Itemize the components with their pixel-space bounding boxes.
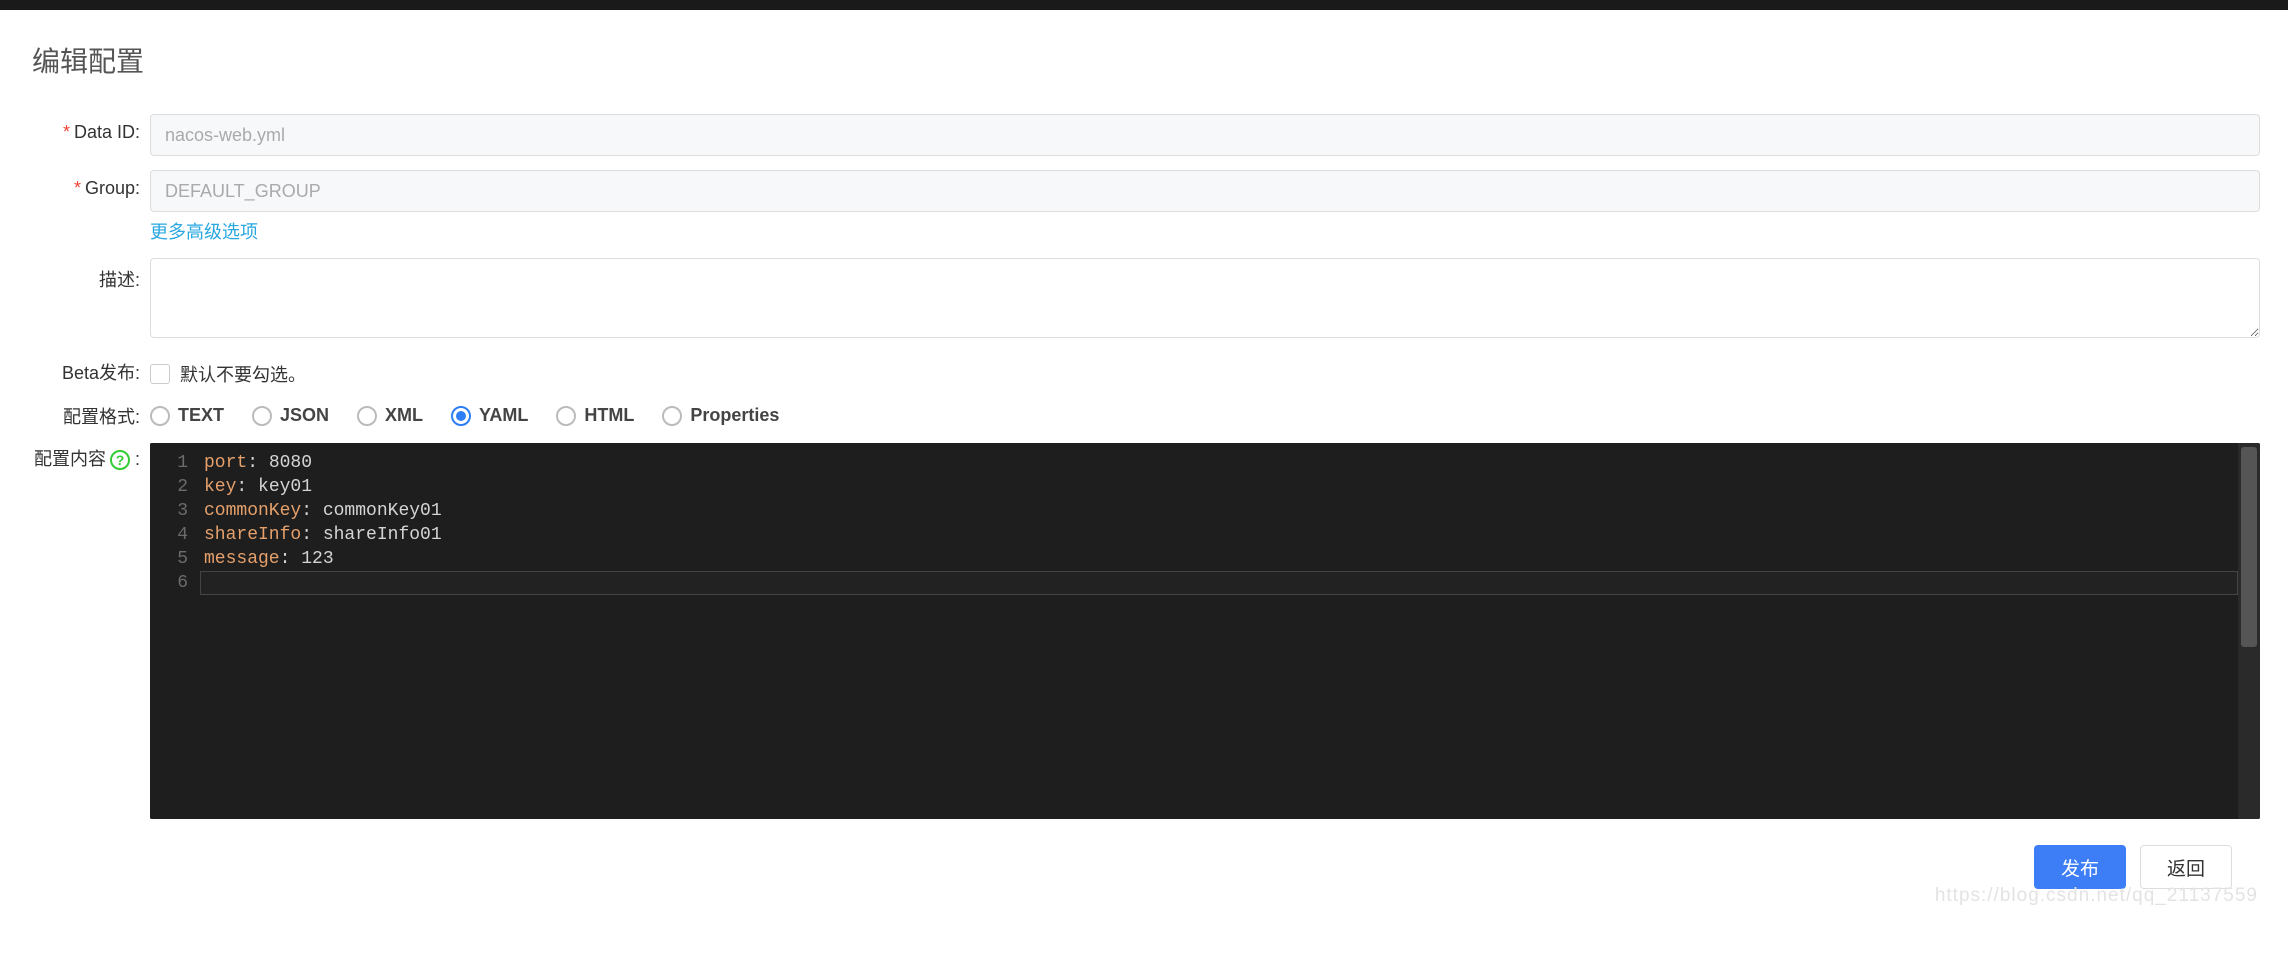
radio-label: JSON <box>280 405 329 426</box>
format-radio-json[interactable]: JSON <box>252 405 329 426</box>
group-input[interactable] <box>150 170 2260 212</box>
label-group: *Group: <box>28 170 150 199</box>
radio-label: HTML <box>584 405 634 426</box>
radio-icon <box>662 406 682 426</box>
publish-button[interactable]: 发布 <box>2034 845 2126 889</box>
advanced-options-link[interactable]: 更多高级选项 <box>150 218 258 244</box>
top-bar <box>0 0 2288 10</box>
radio-icon <box>150 406 170 426</box>
radio-label: YAML <box>479 405 528 426</box>
radio-label: XML <box>385 405 423 426</box>
format-radio-group: TEXT JSON XML YAML HTML Properties <box>150 401 2260 426</box>
scrollbar-thumb[interactable] <box>2241 447 2257 647</box>
beta-checkbox-label: 默认不要勾选。 <box>180 361 306 387</box>
format-radio-html[interactable]: HTML <box>556 405 634 426</box>
back-button[interactable]: 返回 <box>2140 845 2232 889</box>
radio-icon <box>556 406 576 426</box>
desc-textarea[interactable] <box>150 258 2260 338</box>
format-radio-text[interactable]: TEXT <box>150 405 224 426</box>
page-title: 编辑配置 <box>32 40 2260 80</box>
help-icon[interactable]: ? <box>110 450 130 470</box>
label-beta: Beta发布: <box>28 357 150 385</box>
editor-gutter: 123456 <box>150 443 200 819</box>
label-format: 配置格式: <box>28 401 150 429</box>
data-id-input[interactable] <box>150 114 2260 156</box>
beta-checkbox[interactable] <box>150 364 170 384</box>
radio-icon <box>357 406 377 426</box>
radio-icon <box>252 406 272 426</box>
editor-body[interactable]: port: 8080key: key01commonKey: commonKey… <box>200 443 2238 819</box>
watermark: https://blog.csdn.net/qq_21137559 <box>1935 885 2258 907</box>
radio-label: Properties <box>690 405 779 426</box>
format-radio-xml[interactable]: XML <box>357 405 423 426</box>
radio-icon <box>451 406 471 426</box>
format-radio-yaml[interactable]: YAML <box>451 405 528 426</box>
radio-label: TEXT <box>178 405 224 426</box>
editor-scrollbar[interactable] <box>2238 443 2260 819</box>
code-editor[interactable]: 123456 port: 8080key: key01commonKey: co… <box>150 443 2260 819</box>
label-content: 配置内容? : <box>28 443 150 471</box>
label-data-id: *Data ID: <box>28 114 150 143</box>
label-desc: 描述: <box>28 258 150 292</box>
format-radio-properties[interactable]: Properties <box>662 405 779 426</box>
